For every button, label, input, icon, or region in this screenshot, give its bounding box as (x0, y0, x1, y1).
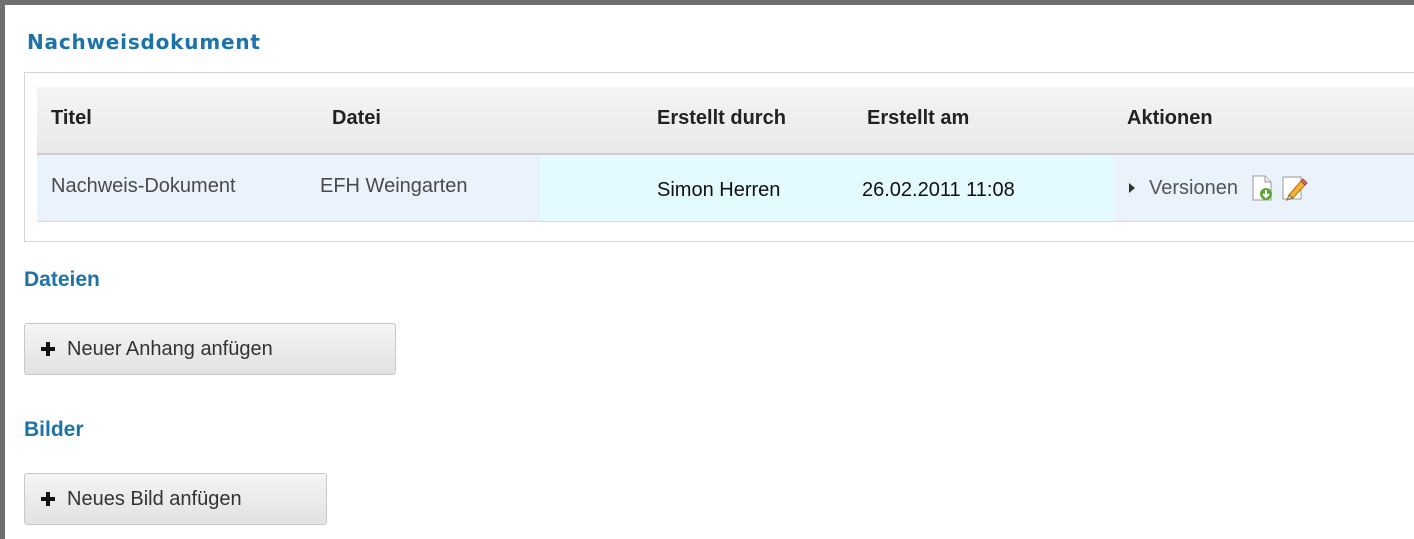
row-actions: Versionen (1129, 173, 1308, 203)
table-row[interactable]: Nachweis-Dokument EFH Weingarten Simon H… (37, 155, 1414, 222)
pencil-edit-icon[interactable] (1280, 174, 1308, 202)
table-header: Titel Datei Erstellt durch Erstellt am A… (37, 87, 1414, 155)
column-header-erstellt-durch[interactable]: Erstellt durch (657, 107, 786, 130)
cell-datei[interactable]: EFH Weingarten (320, 175, 467, 198)
section-title-bilder: Bilder (24, 418, 84, 441)
column-header-aktionen: Aktionen (1127, 107, 1213, 129)
document-download-icon[interactable] (1248, 174, 1276, 202)
plus-icon (41, 342, 55, 356)
column-header-datei[interactable]: Datei (332, 107, 381, 130)
add-attachment-button[interactable]: Neuer Anhang anfügen (24, 323, 396, 375)
section-title-dateien: Dateien (24, 268, 100, 291)
cell-titel: Nachweis-Dokument (51, 175, 236, 197)
add-attachment-label: Neuer Anhang anfügen (67, 337, 273, 360)
add-image-label: Neues Bild anfügen (67, 487, 242, 510)
column-header-titel[interactable]: Titel (51, 107, 92, 130)
expand-triangle-icon[interactable] (1129, 183, 1135, 193)
cell-erstellt-durch: Simon Herren (657, 179, 781, 201)
section-title-nachweisdokument: Nachweisdokument (27, 30, 261, 54)
plus-icon (41, 492, 55, 506)
column-header-erstellt-am[interactable]: Erstellt am (867, 107, 969, 130)
cell-erstellt-am: 26.02.2011 11:08 (862, 179, 1015, 201)
add-image-button[interactable]: Neues Bild anfügen (24, 473, 327, 525)
versions-link[interactable]: Versionen (1149, 177, 1238, 200)
row-highlight (540, 155, 1114, 221)
